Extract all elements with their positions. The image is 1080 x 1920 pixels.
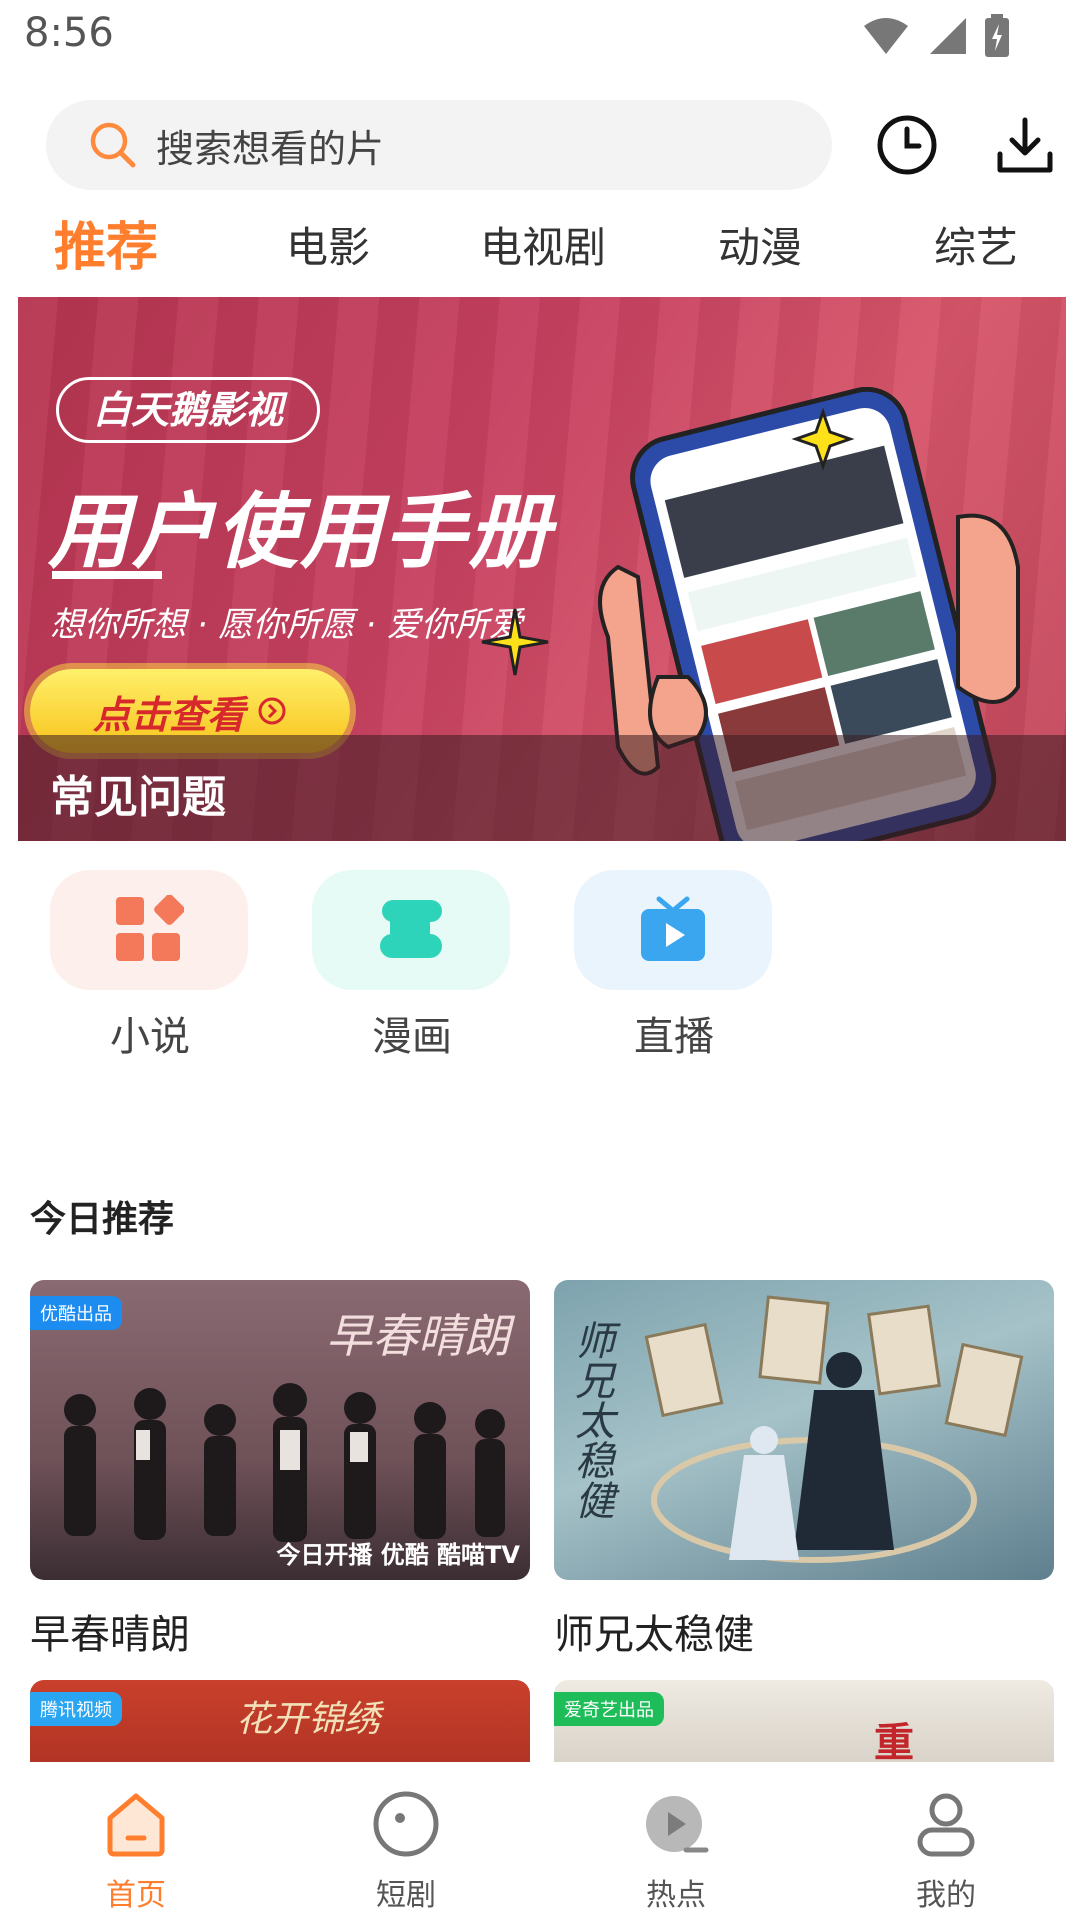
video-poster: 腾讯视频 花开锦绣 — [30, 1680, 530, 1762]
home-icon — [107, 1793, 165, 1857]
comic-icon — [380, 900, 442, 958]
video-title: 早春晴朗 — [30, 1612, 190, 1658]
view-details-label: 点击查看 — [92, 692, 245, 737]
quick-link-comic[interactable]: 漫画 — [312, 870, 512, 1062]
nav-label-home: 首页 — [106, 1878, 166, 1913]
user-icon — [917, 1793, 975, 1857]
status-time: 8:56 — [24, 10, 114, 56]
status-bar: 8:56 — [0, 0, 1080, 76]
poster-title-art: 师兄太稳健 — [568, 1320, 614, 1520]
poster-footer-text: 今日开播 优酷 酷喵TV — [276, 1541, 520, 1569]
promo-banner[interactable]: 白天鹅影视 用户使用手册 想你所想 · 愿你所愿 · 爱你所爱 点击查看 常见问… — [18, 297, 1066, 841]
nav-label-trending: 热点 — [646, 1878, 706, 1913]
circle-icon — [373, 1791, 439, 1857]
category-tabs: 推荐 电影 电视剧 动漫 综艺 — [0, 208, 1080, 288]
banner-underline — [52, 571, 162, 579]
status-icons — [862, 14, 1010, 58]
wifi-icon — [864, 18, 908, 54]
search-placeholder: 搜索想看的片 — [156, 126, 385, 171]
source-badge: 优酷出品 — [30, 1296, 122, 1330]
signal-icon — [930, 18, 966, 54]
nav-label-short-drama: 短剧 — [376, 1878, 436, 1913]
video-card-2[interactable]: 师兄太稳健 师兄太稳健 — [554, 1280, 1054, 1660]
play-icon — [646, 1796, 709, 1853]
video-card-4[interactable]: 爱奇艺出品 重 — [554, 1680, 1054, 1762]
video-poster: 师兄太稳健 — [554, 1280, 1054, 1580]
poster-title-art: 花开锦绣 — [235, 1699, 380, 1740]
search-bar[interactable]: 搜索想看的片 — [46, 100, 832, 190]
video-card-3[interactable]: 腾讯视频 花开锦绣 — [30, 1680, 530, 1762]
tab-tv-series[interactable]: 电视剧 — [480, 208, 606, 288]
video-title: 师兄太稳健 — [554, 1612, 754, 1658]
novel-tile — [50, 870, 248, 990]
quick-label-novel: 小说 — [110, 1014, 190, 1060]
nav-profile[interactable]: 我的 — [866, 1762, 1026, 1914]
tv-play-icon — [641, 896, 705, 961]
cast-silhouettes — [64, 1383, 505, 1542]
arrow-circle-icon — [258, 697, 286, 725]
tab-recommend[interactable]: 推荐 — [54, 208, 158, 288]
sparkle-icon — [481, 608, 549, 676]
poster-title-art: 早春晴朗 — [326, 1309, 510, 1363]
quick-link-novel[interactable]: 小说 — [50, 870, 250, 1062]
battery-icon — [985, 14, 1009, 57]
video-card-1[interactable]: 优酷出品 早春晴朗 今日开播 优酷 酷喵TV 早春晴朗 — [30, 1280, 530, 1660]
source-badge: 爱奇艺出品 — [554, 1692, 664, 1726]
tab-anime[interactable]: 动漫 — [718, 208, 802, 288]
nav-home[interactable]: 首页 — [56, 1762, 216, 1914]
banner-title: 用户使用手册 — [48, 485, 552, 580]
video-poster: 爱奇艺出品 重 — [554, 1680, 1054, 1762]
quick-label-comic: 漫画 — [372, 1014, 452, 1060]
poster-title-art: 重 — [874, 1719, 914, 1762]
banner-subtitle: 想你所想 · 愿你所愿 · 爱你所爱 — [50, 605, 523, 645]
poster-art — [644, 1295, 1024, 1563]
banner-caption: 常见问题 — [50, 772, 226, 823]
tab-movies[interactable]: 电影 — [286, 208, 370, 288]
bottom-navigation: 首页 短剧 热点 我的 — [0, 1762, 1080, 1920]
section-title-today: 今日推荐 — [30, 1199, 175, 1240]
nav-short-drama[interactable]: 短剧 — [326, 1762, 486, 1914]
nav-label-profile: 我的 — [916, 1878, 976, 1913]
history-clock-icon[interactable] — [876, 114, 938, 176]
download-icon[interactable] — [994, 114, 1056, 176]
live-tile — [574, 870, 772, 990]
grid-icon — [116, 895, 184, 961]
nav-trending[interactable]: 热点 — [596, 1762, 756, 1914]
comic-tile — [312, 870, 510, 990]
search-icon — [90, 122, 136, 168]
quick-link-live[interactable]: 直播 — [574, 870, 774, 1062]
banner-brand: 白天鹅影视 — [56, 377, 321, 443]
quick-label-live: 直播 — [634, 1014, 714, 1060]
tab-variety[interactable]: 综艺 — [934, 208, 1018, 288]
source-badge: 腾讯视频 — [30, 1692, 122, 1726]
video-poster: 优酷出品 早春晴朗 今日开播 优酷 酷喵TV — [30, 1280, 530, 1580]
